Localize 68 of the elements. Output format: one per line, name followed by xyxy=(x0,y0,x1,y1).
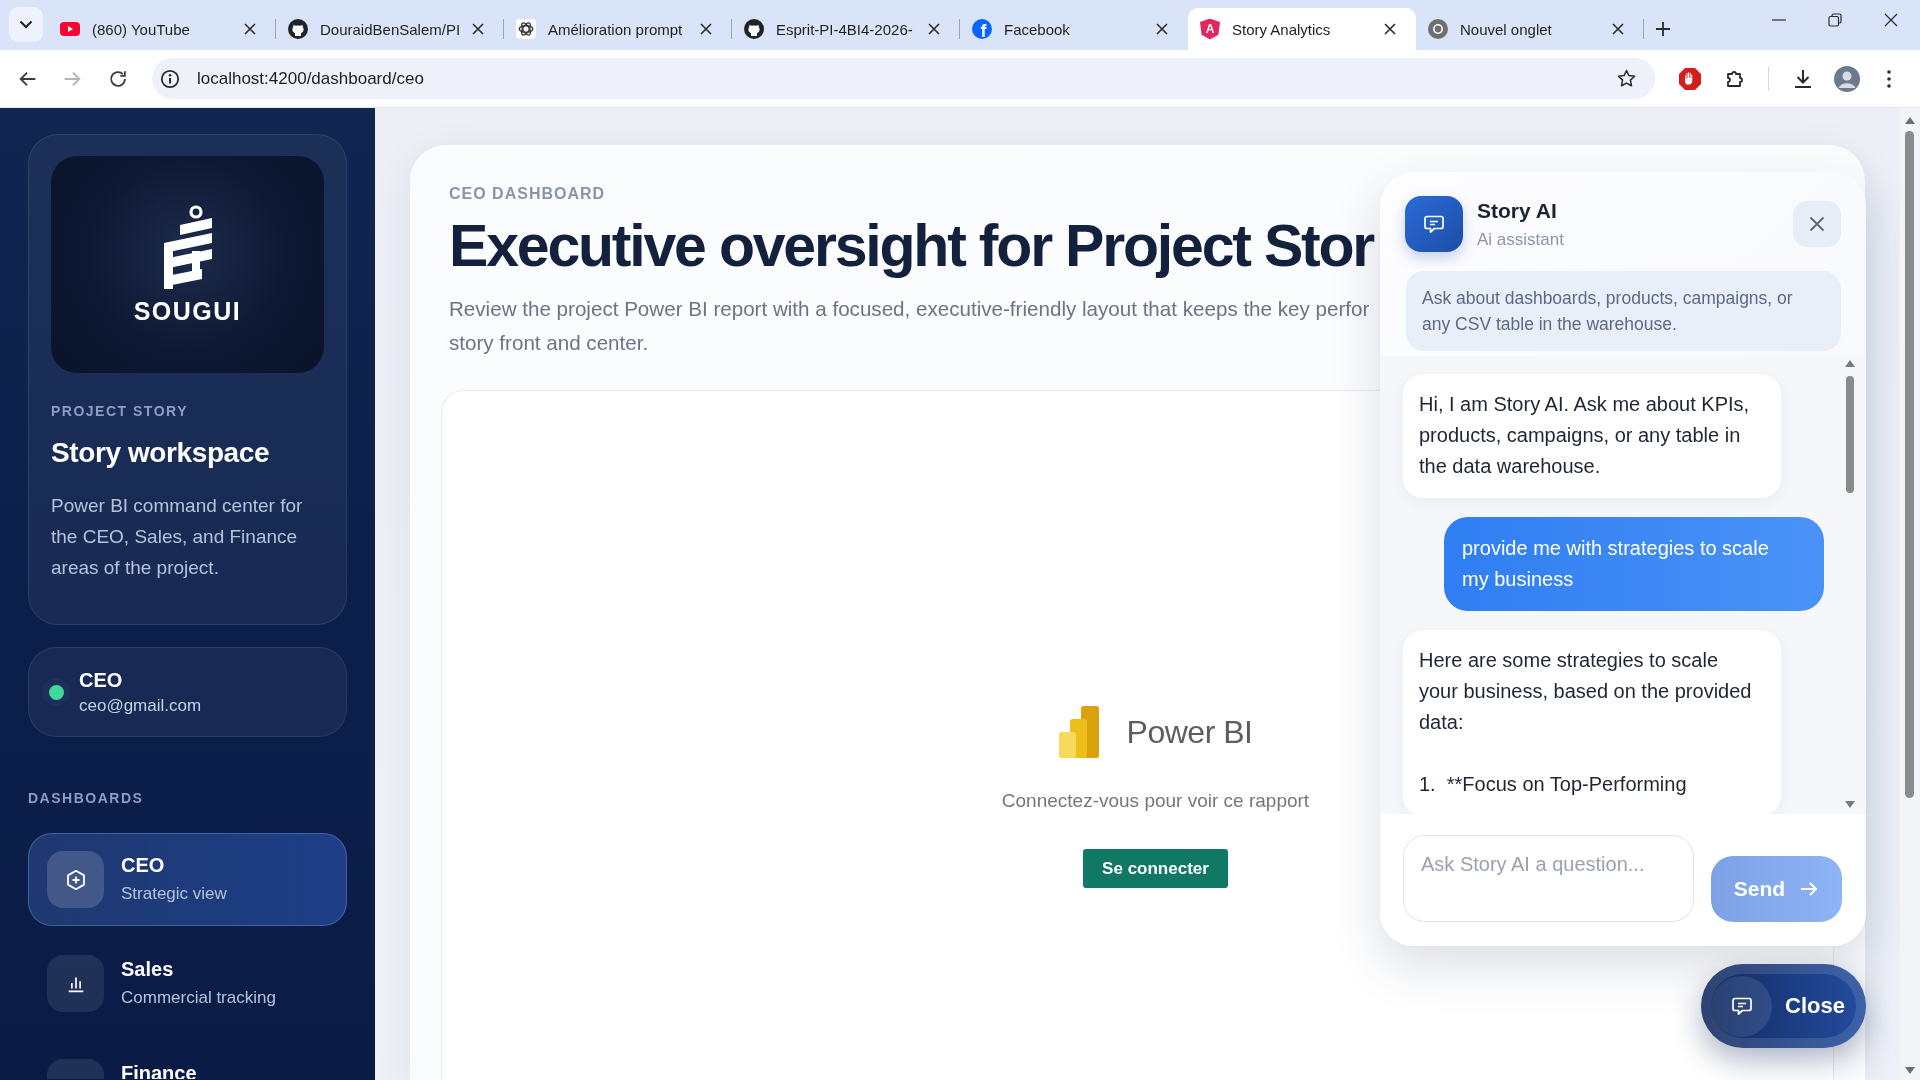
page-eyebrow: CEO DASHBOARD xyxy=(449,184,606,204)
more-icon[interactable] xyxy=(1887,69,1891,88)
browser-tab[interactable]: Nouvel onglet xyxy=(1416,8,1644,50)
play-logo-icon xyxy=(60,22,80,36)
cat-logo-icon xyxy=(288,19,308,39)
close-icon[interactable] xyxy=(700,23,712,35)
bar-chart-icon xyxy=(47,955,104,1012)
nav-item[interactable]: Sales Commercial tracking xyxy=(28,937,347,1030)
browser-tab[interactable]: f Facebook xyxy=(960,8,1188,50)
product-name: Power BI xyxy=(1126,713,1253,751)
assistant-role: Ai assistant xyxy=(1477,229,1564,251)
scrollbar-thumb[interactable] xyxy=(1846,376,1854,493)
scrollbar-thumb[interactable] xyxy=(1905,131,1914,798)
assistant-message: Hi, I am Story AI. Ask me about KPIs, products, campaigns, or any table in the data warehouse. xyxy=(1403,374,1781,498)
close-icon[interactable] xyxy=(1612,23,1624,35)
cat-logo-icon xyxy=(744,19,764,39)
browser-tab[interactable]: Esprit-PI-4BI4-2026- xyxy=(732,8,960,50)
star-icon[interactable] xyxy=(1616,68,1637,89)
close-icon[interactable] xyxy=(928,23,940,35)
user-name: CEO xyxy=(79,667,124,692)
browser-tab[interactable]: A Story Analytics xyxy=(1188,8,1416,50)
shield-logo-icon: A xyxy=(1200,18,1220,40)
workspace-eyebrow: PROJECT STORY xyxy=(51,403,189,419)
browser-tab[interactable]: Amélioration prompt xyxy=(504,8,732,50)
close-icon[interactable] xyxy=(1884,13,1898,27)
sign-in-message: Connectez-vous pour voir ce rapport xyxy=(1001,789,1310,813)
close-icon[interactable] xyxy=(1156,23,1168,35)
close-button[interactable] xyxy=(1793,201,1841,247)
letter-logo-icon: f xyxy=(972,19,992,39)
assistant-name: Story AI xyxy=(1477,198,1558,224)
stop-hand-icon[interactable] xyxy=(1678,66,1702,91)
sign-in-button[interactable]: Se connecter xyxy=(1083,849,1228,888)
assistant-message: Here are some strategies to scale your business, based on the provided data: 1. **Focus on Top-Performing xyxy=(1403,630,1781,814)
chat-bubble-icon xyxy=(1405,196,1463,252)
page-title: Executive oversight for Project Stor xyxy=(449,213,1374,279)
plus-icon[interactable] xyxy=(1655,21,1671,37)
close-icon xyxy=(1809,216,1825,232)
brand-name: SOUGUI xyxy=(133,296,242,325)
user-message: provide me with strategies to scale my business xyxy=(1444,517,1824,611)
browser-tab[interactable]: DouraidBenSalem/PI xyxy=(276,8,504,50)
atom-logo-icon xyxy=(516,19,536,39)
scroll-up-icon[interactable] xyxy=(1845,360,1855,367)
dashboards-heading: DASHBOARDS xyxy=(28,789,145,807)
close-icon[interactable] xyxy=(472,23,484,35)
restore-icon[interactable] xyxy=(1828,13,1842,27)
avatar-icon[interactable] xyxy=(1834,65,1860,92)
close-chat-button[interactable]: Close xyxy=(1701,964,1866,1048)
bars-logo-icon xyxy=(1058,706,1099,758)
hexagon-plus-icon xyxy=(47,851,104,908)
info-icon[interactable] xyxy=(160,68,180,89)
question-input[interactable]: Ask Story AI a question... xyxy=(1403,835,1694,922)
chat-hint: Ask about dashboards, products, campaigns, or any CSV table in the warehouse. xyxy=(1406,271,1841,351)
chat-bubble-icon xyxy=(1711,975,1772,1037)
user-email: ceo@gmail.com xyxy=(79,694,202,717)
chevron-down-icon xyxy=(19,20,33,29)
tab-search-button[interactable] xyxy=(9,7,43,42)
scroll-up-icon[interactable] xyxy=(1905,117,1915,124)
nav-item[interactable]: CEO Strategic view xyxy=(28,833,347,926)
address-bar[interactable]: localhost:4200/dashboard/ceo xyxy=(152,58,1655,99)
page-description: Review the project Power BI report with a focused, executive-friendly layout that keeps the key perfor story front and center. xyxy=(449,296,1370,356)
browser-tab[interactable]: (860) YouTube xyxy=(48,8,276,50)
workspace-title: Story workspace xyxy=(51,436,271,470)
close-icon[interactable] xyxy=(1384,23,1396,35)
scroll-down-icon[interactable] xyxy=(1845,801,1855,808)
close-icon[interactable] xyxy=(244,23,256,35)
scroll-down-icon[interactable] xyxy=(1905,1067,1915,1074)
workspace-description: Power BI command center for the CEO, Sales, and Finance areas of the project. xyxy=(51,494,304,580)
ring-logo-icon xyxy=(1428,19,1448,39)
